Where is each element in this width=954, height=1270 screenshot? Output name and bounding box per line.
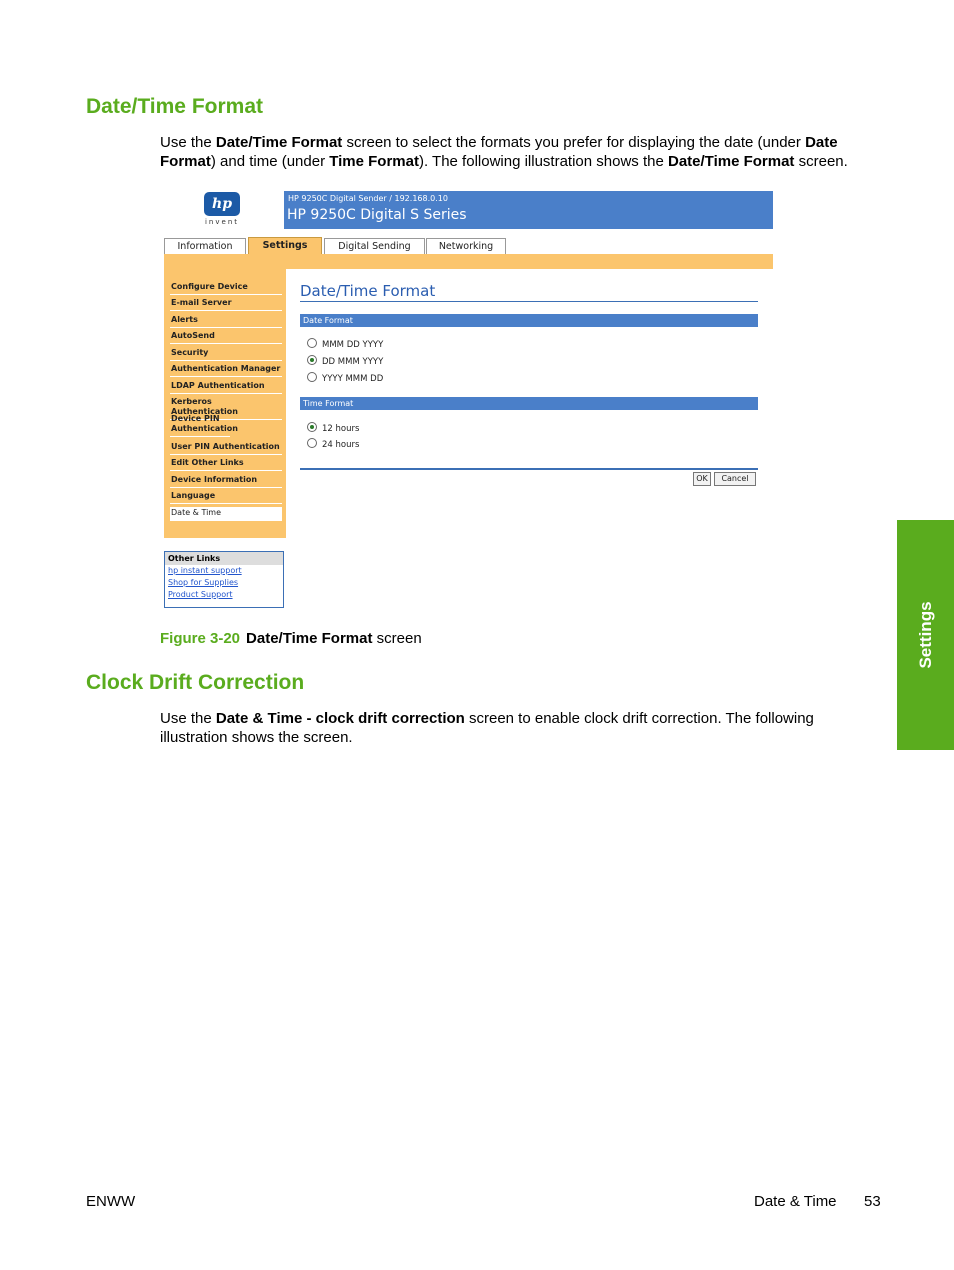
paragraph-segment: Time Format: [329, 153, 419, 170]
date-format-section-header: Date Format: [300, 314, 758, 327]
page-number: 53: [864, 1193, 881, 1210]
link-product-support[interactable]: Product Support: [165, 589, 283, 601]
sidebar-item-date-time[interactable]: Date & Time: [170, 507, 282, 521]
option-label: MMM DD YYYY: [322, 340, 384, 350]
radio-selected-icon[interactable]: [307, 422, 317, 432]
device-address: HP 9250C Digital Sender / 192.168.0.10: [288, 194, 448, 203]
sidebar-item-edit-other-links[interactable]: Edit Other Links: [170, 457, 282, 471]
form-divider: [300, 468, 758, 470]
paragraph-segment: Date/Time Format: [668, 153, 795, 170]
tab-information[interactable]: Information: [164, 238, 246, 254]
date-option-mmm-dd-yyyy[interactable]: MMM DD YYYY: [307, 338, 383, 350]
footer-left: ENWW: [86, 1193, 136, 1210]
tab-settings[interactable]: Settings: [248, 237, 322, 255]
sidebar-item-email-server[interactable]: E-mail Server: [170, 297, 282, 311]
hp-logo-mark: hp: [204, 192, 240, 216]
hp-logo-tagline: invent: [204, 218, 239, 226]
footer-section-label: Date & Time: [754, 1193, 837, 1210]
title-divider: [300, 301, 758, 302]
figure-caption-rest: screen: [372, 630, 422, 647]
page-title: Date/Time Format: [300, 282, 436, 300]
date-option-yyyy-mmm-dd[interactable]: YYYY MMM DD: [307, 372, 383, 384]
time-option-12-hours[interactable]: 12 hours: [307, 422, 359, 434]
time-format-section-header: Time Format: [300, 397, 758, 410]
other-links-header: Other Links: [165, 552, 283, 565]
paragraph-segment: Use the: [160, 134, 216, 151]
date-option-dd-mmm-yyyy[interactable]: DD MMM YYYY: [307, 355, 383, 367]
option-label: 24 hours: [322, 440, 360, 450]
paragraph-segment: ) and time (under: [210, 153, 330, 170]
figure-number: Figure 3-20: [160, 630, 241, 647]
paragraph-segment: Date & Time - clock drift correction: [215, 710, 465, 727]
sidebar-item-autosend[interactable]: AutoSend: [170, 330, 282, 344]
paragraph-segment: Date/Time Format: [215, 134, 343, 151]
sidebar-item-user-pin-authentication[interactable]: User PIN Authentication: [170, 441, 282, 455]
link-shop-for-supplies[interactable]: Shop for Supplies: [165, 577, 283, 589]
sidebar-item-configure-device[interactable]: Configure Device: [170, 281, 282, 295]
tab-networking[interactable]: Networking: [426, 238, 506, 254]
figure-caption: Figure 3-20 Date/Time Format screen: [160, 630, 422, 647]
tab-digital-sending[interactable]: Digital Sending: [324, 238, 425, 254]
option-label: 12 hours: [322, 424, 360, 434]
paragraph-segment: Use the: [160, 710, 216, 727]
sidebar-item-device-pin-authentication[interactable]: Device PIN Authentication: [170, 413, 238, 437]
radio-icon[interactable]: [307, 338, 317, 348]
other-links-box: Other Links hp instant support Shop for …: [164, 551, 284, 608]
sidebar-item-alerts[interactable]: Alerts: [170, 314, 282, 328]
section-heading-clock-drift-correction: Clock Drift Correction: [86, 671, 305, 694]
paragraph-segment: ). The following illustration shows the: [418, 153, 668, 170]
tab-underbar: [164, 254, 773, 269]
cancel-button[interactable]: Cancel: [714, 472, 756, 486]
ok-button[interactable]: OK: [693, 472, 711, 486]
paragraph-segment: screen.: [794, 153, 848, 170]
paragraph-segment: screen to select the formats you prefer …: [342, 134, 806, 151]
radio-icon[interactable]: [307, 372, 317, 382]
time-option-24-hours[interactable]: 24 hours: [307, 438, 359, 450]
section-heading-date-time-format: Date/Time Format: [86, 95, 263, 118]
device-name: HP 9250C Digital S Series: [287, 207, 467, 223]
intro-paragraph: Use the Date/Time Format screen to selec…: [160, 133, 885, 171]
sidebar-item-ldap-authentication[interactable]: LDAP Authentication: [170, 380, 282, 394]
link-hp-instant-support[interactable]: hp instant support: [165, 565, 283, 577]
radio-icon[interactable]: [307, 438, 317, 448]
sidebar-item-security[interactable]: Security: [170, 347, 282, 361]
clock-drift-paragraph: Use the Date & Time - clock drift correc…: [160, 709, 885, 747]
embedded-screenshot: hp invent HP 9250C Digital Sender / 192.…: [160, 188, 776, 610]
sidebar-item-authentication-manager[interactable]: Authentication Manager: [170, 363, 282, 377]
sidebar-item-language[interactable]: Language: [170, 490, 282, 504]
radio-selected-icon[interactable]: [307, 355, 317, 365]
figure-caption-bold: Date/Time Format: [246, 630, 373, 647]
settings-sidebar: Configure Device E-mail Server Alerts Au…: [164, 269, 286, 538]
option-label: YYYY MMM DD: [322, 374, 384, 384]
chapter-side-tab: Settings: [897, 520, 954, 750]
device-banner: HP 9250C Digital Sender / 192.168.0.10 H…: [284, 191, 773, 229]
hp-logo: hp invent: [202, 192, 242, 226]
sidebar-item-device-information[interactable]: Device Information: [170, 474, 282, 488]
option-label: DD MMM YYYY: [322, 357, 384, 367]
chapter-side-tab-label: Settings: [915, 601, 935, 669]
